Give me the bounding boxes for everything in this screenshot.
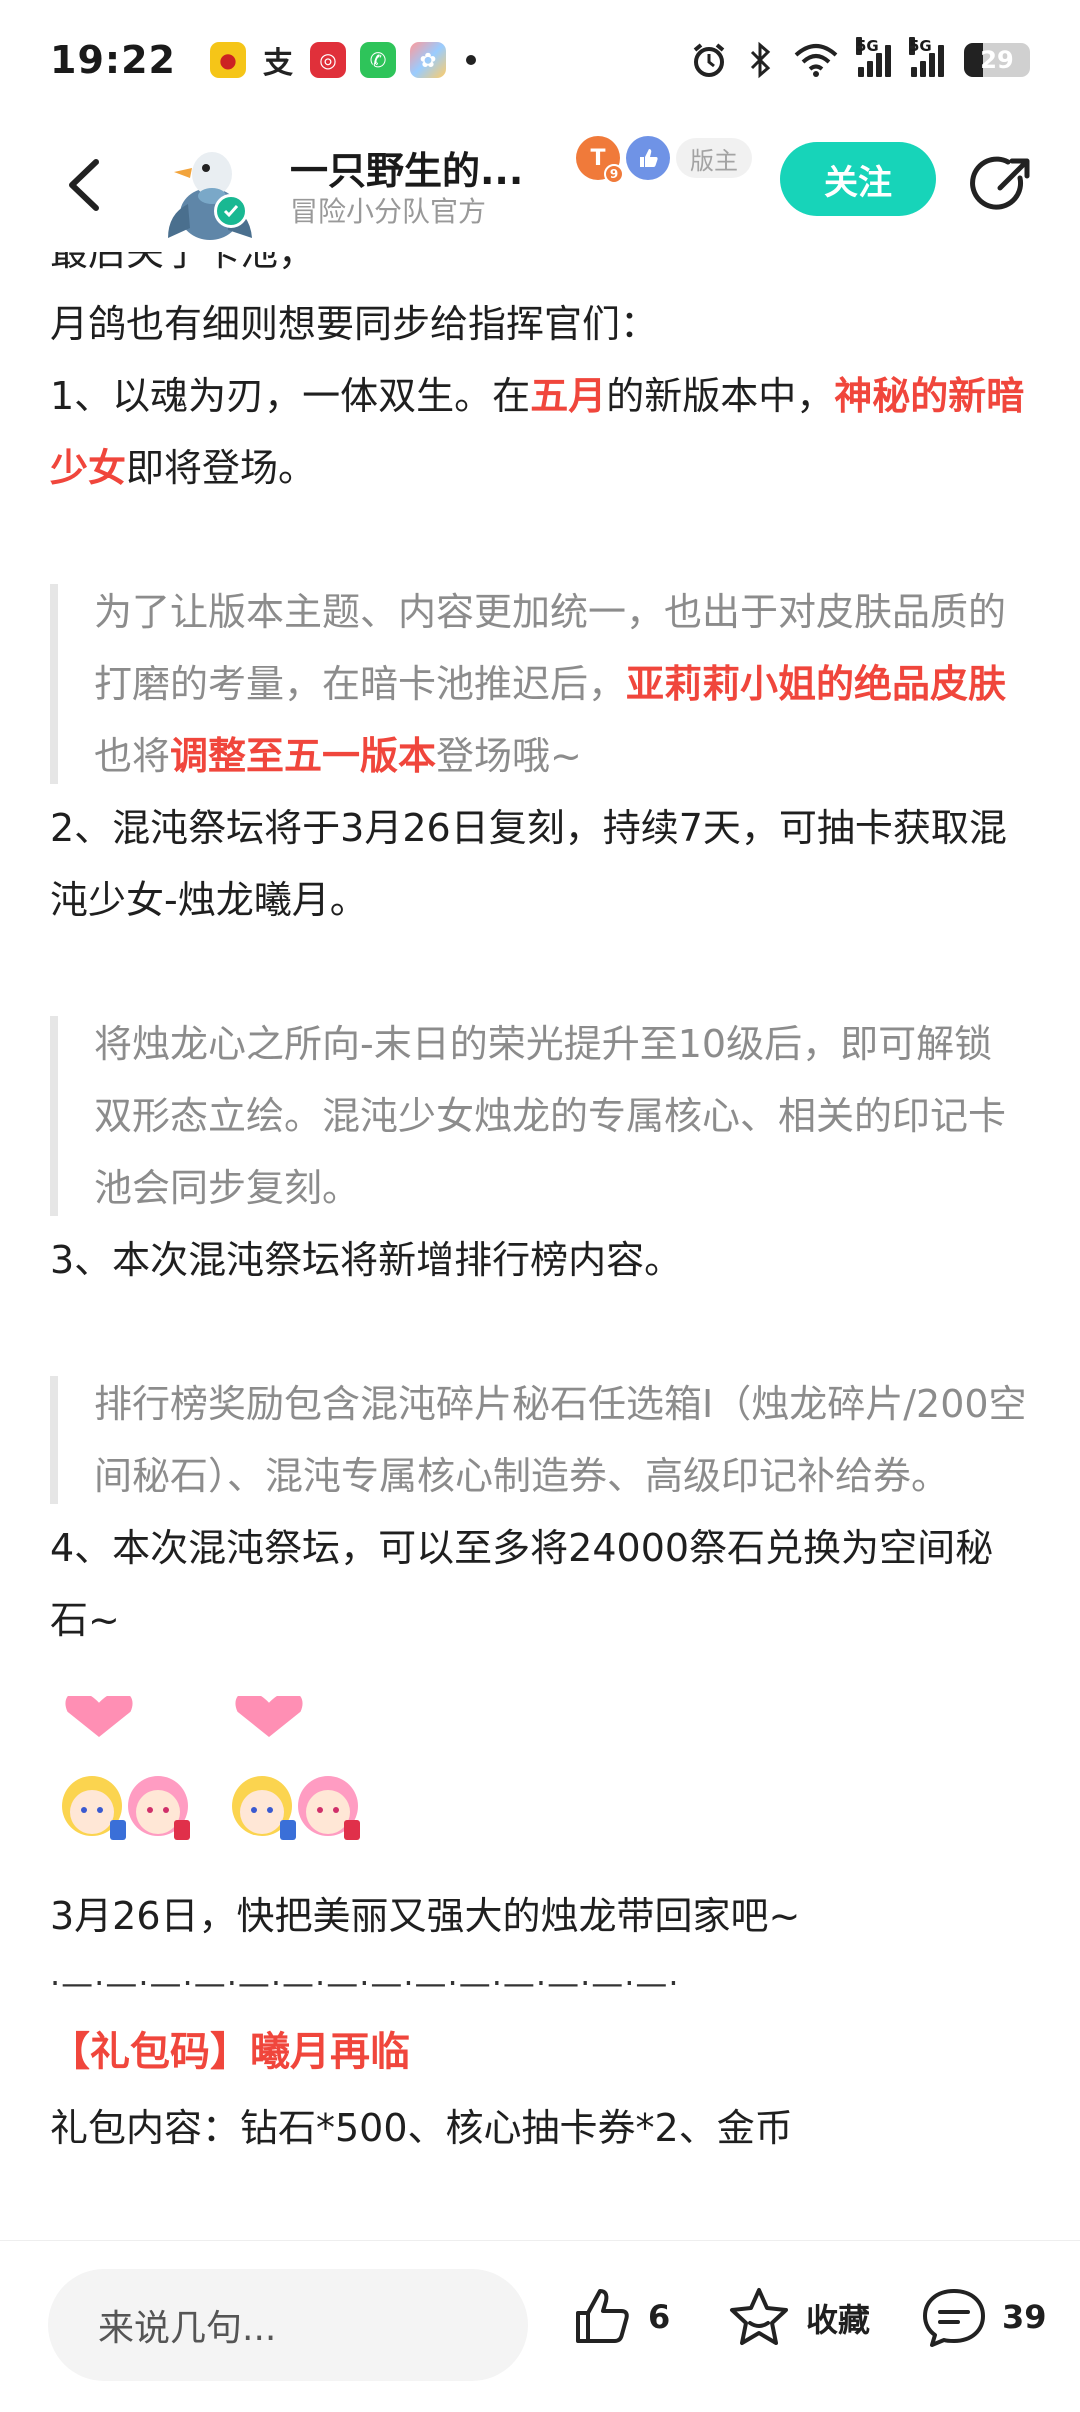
- quote-block-3: 排行榜奖励包含混沌碎片秘石任选箱I（烛龙碎片/200空间秘石）、混沌专属核心制造…: [50, 1368, 1030, 1512]
- battery-level: 29: [980, 46, 1014, 74]
- signal-icon: 5G: [856, 37, 891, 77]
- gift-content-partial: 礼包内容：钻石*500、核心抽卡券*2、金币: [50, 2106, 793, 2150]
- text-span: 1、以魂为刃，一体双生。在: [50, 374, 531, 418]
- author-name[interactable]: 一只野生的...: [290, 140, 560, 195]
- verified-badge-icon: [214, 194, 248, 228]
- notification-icons: ● 支 ◎ ✆ ✿: [209, 42, 476, 81]
- wifi-icon: [794, 44, 838, 77]
- text-span: 也将: [94, 734, 171, 778]
- sticker-row: [50, 1696, 1030, 1856]
- star-icon: [730, 2288, 788, 2345]
- author-subtitle: 冒险小分队官方: [290, 195, 487, 228]
- battery-icon: 29: [964, 43, 1030, 77]
- text-span: 即将登场。: [126, 446, 317, 490]
- highlight-text: 调整至五一版本: [170, 734, 437, 778]
- paragraph-item-1: 1、以魂为刃，一体双生。在五月的新版本中，神秘的新暗少女即将登场。: [50, 360, 1030, 504]
- paragraph-intro: 月鸽也有细则想要同步给指挥官们：: [50, 302, 659, 346]
- post-header: 一只野生的... 冒险小分队官方 T9 版主 关注: [0, 122, 1080, 252]
- status-time: 19:22: [50, 38, 176, 82]
- share-icon[interactable]: [970, 152, 1036, 218]
- highlight-text: 亚莉莉小姐的绝品皮肤: [626, 662, 1007, 706]
- phone-icon: ✆: [359, 42, 396, 78]
- paragraph-item-3: 3、本次混沌祭坛将新增排行榜内容。: [50, 1238, 683, 1282]
- like-count: 6: [648, 2298, 671, 2336]
- comments-button[interactable]: 39: [920, 2285, 1047, 2349]
- paragraph-closing: 3月26日，快把美丽又强大的烛龙带回家吧~: [50, 1894, 801, 1938]
- app-notification-icon: ●: [209, 42, 246, 78]
- alipay-icon: 支: [262, 46, 293, 81]
- text-span: 登场哦~: [436, 734, 582, 778]
- paragraph-item-2: 2、混沌祭坛将于3月26日复刻，持续7天，可抽卡获取混沌少女-烛龙曦月。: [50, 806, 1007, 922]
- divider: ·—·—·—·—·—·—·—·—·—·—·—·—·—·—·: [50, 1964, 680, 2002]
- highlight-text: 五月: [530, 374, 607, 418]
- post-content: 最后关了卡池， 月鸽也有细则想要同步给指挥官们： 1、以魂为刃，一体双生。在五月…: [0, 252, 1080, 2240]
- network-type-label: 5G: [856, 37, 879, 55]
- status-bar: 19:22 ● 支 ◎ ✆ ✿ 5G 5G 29: [0, 0, 1080, 120]
- app-colorful-icon: ✿: [409, 42, 446, 78]
- more-notifications-icon: [465, 55, 476, 65]
- paragraph-partial-top: 最后关了卡池，: [50, 252, 317, 274]
- follow-button[interactable]: 关注: [780, 142, 936, 216]
- chibi-girls-heart-sticker: [62, 1696, 190, 1840]
- alarm-icon: [693, 43, 725, 77]
- chibi-girls-heart-sticker: [232, 1696, 360, 1840]
- signal-icon-2: 5G: [909, 37, 944, 77]
- collect-button[interactable]: 收藏: [726, 2285, 870, 2351]
- quote-block-2: 将烛龙心之所向-末日的荣光提升至10级后，即可解锁双形态立绘。混沌少女烛龙的专属…: [50, 1008, 1030, 1224]
- comment-bubble-icon: [923, 2289, 985, 2347]
- thumb-badge-icon: [626, 136, 670, 180]
- role-badge: 版主: [676, 138, 752, 178]
- level-badge-icon: T9: [576, 136, 624, 184]
- thumbs-up-icon: [576, 2289, 629, 2343]
- avatar[interactable]: [160, 134, 260, 244]
- paragraph-item-4: 4、本次混沌祭坛，可以至多将24000祭石兑换为空间秘石~: [50, 1526, 994, 1642]
- author-badges: T9 版主: [576, 136, 752, 184]
- comment-input[interactable]: 来说几句...: [48, 2269, 528, 2381]
- network-type-label-2: 5G: [909, 37, 932, 55]
- comment-count: 39: [1002, 2298, 1047, 2336]
- text-span: 的新版本中，: [606, 374, 835, 418]
- gift-code-title: 【礼包码】曦月再临: [50, 2029, 410, 2075]
- bluetooth-icon: [750, 41, 771, 79]
- bottom-action-bar: 来说几句... 6 收藏 39: [0, 2240, 1080, 2412]
- collect-label: 收藏: [806, 2301, 871, 2339]
- app-red-icon: ◎: [309, 42, 346, 78]
- quote-block-1: 为了让版本主题、内容更加统一，也出于对皮肤品质的打磨的考量，在暗卡池推迟后，亚莉…: [50, 576, 1030, 792]
- like-button[interactable]: 6: [570, 2285, 670, 2349]
- back-arrow-icon[interactable]: [56, 150, 116, 220]
